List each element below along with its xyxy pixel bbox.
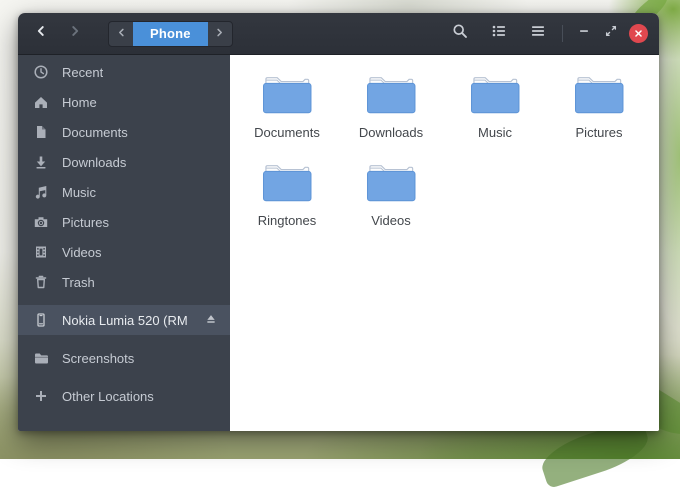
chevron-left-icon: [116, 25, 127, 43]
sidebar-item-documents[interactable]: Documents: [18, 117, 230, 147]
sidebar-item-label: Trash: [62, 274, 95, 290]
sidebar-item-nokia-lumia-520-rm[interactable]: Nokia Lumia 520 (RM …: [18, 305, 230, 335]
pathbar-scroll-left-button[interactable]: [109, 22, 133, 46]
sidebar-item-label: Documents: [62, 124, 128, 140]
view-list-button[interactable]: [479, 19, 518, 49]
sidebar-item-label: Screenshots: [62, 350, 135, 366]
folder-icon: [33, 350, 49, 366]
sidebar-item-screenshots[interactable]: Screenshots: [18, 343, 230, 373]
folder-pictures[interactable]: Pictures: [547, 69, 651, 157]
sidebar-item-recent[interactable]: Recent: [18, 57, 230, 87]
list-view-icon: [491, 23, 507, 44]
chevron-right-icon: [68, 24, 82, 43]
sidebar-item-downloads[interactable]: Downloads: [18, 147, 230, 177]
music-note-icon: [33, 184, 49, 200]
sidebar-item-label: Music: [62, 184, 96, 200]
minimize-icon: [577, 24, 591, 43]
sidebar-item-label: Home: [62, 94, 97, 110]
folder-downloads[interactable]: Downloads: [339, 69, 443, 157]
sidebar-item-label: Videos: [62, 244, 102, 260]
window-body: Recent Home Documents Downloads Music Picture…: [18, 55, 659, 431]
home-icon: [33, 94, 49, 110]
film-icon: [33, 244, 49, 260]
trash-icon: [33, 274, 49, 290]
pathbar: Phone: [108, 20, 233, 47]
menu-button[interactable]: [518, 19, 557, 49]
content-area: Documents Downloads Music Pictures Ringtones…: [230, 55, 659, 431]
restore-icon: [604, 24, 618, 43]
sidebar-item-pictures[interactable]: Pictures: [18, 207, 230, 237]
folder-large-icon: [258, 159, 316, 210]
folder-large-icon: [362, 71, 420, 122]
search-button[interactable]: [440, 19, 479, 49]
folder-large-icon: [258, 71, 316, 122]
sidebar-item-other-locations[interactable]: Other Locations: [18, 381, 230, 411]
folder-label: Documents: [254, 125, 320, 140]
close-button[interactable]: [629, 24, 648, 43]
folder-documents[interactable]: Documents: [235, 69, 339, 157]
sidebar-item-label: Downloads: [62, 154, 127, 170]
folder-grid: Documents Downloads Music Pictures Ringtones…: [235, 69, 659, 245]
restore-button[interactable]: [597, 20, 624, 48]
clock-icon: [33, 64, 49, 80]
document-icon: [33, 124, 49, 140]
pathbar-scroll-right-button[interactable]: [208, 22, 232, 46]
back-button[interactable]: [27, 20, 55, 48]
folder-label: Videos: [371, 213, 411, 228]
chevron-right-icon: [214, 25, 225, 43]
folder-videos[interactable]: Videos: [339, 157, 443, 245]
phone-icon: [33, 312, 49, 328]
menu-icon: [530, 23, 546, 44]
headerbar-separator: [562, 25, 563, 42]
folder-label: Downloads: [358, 125, 424, 140]
sidebar-item-videos[interactable]: Videos: [18, 237, 230, 267]
file-manager-window: Phone Recent Home Documents Downloads Music P…: [18, 13, 659, 431]
forward-button[interactable]: [61, 20, 89, 48]
eject-icon[interactable]: [204, 312, 218, 328]
folder-label: Ringtones: [257, 213, 317, 228]
current-location-label: Phone: [150, 26, 191, 41]
folder-large-icon: [466, 71, 524, 122]
sidebar-item-trash[interactable]: Trash: [18, 267, 230, 297]
folder-music[interactable]: Music: [443, 69, 547, 157]
sidebar-item-label: Pictures: [62, 214, 109, 230]
download-icon: [33, 154, 49, 170]
folder-large-icon: [362, 159, 420, 210]
search-icon: [452, 23, 468, 44]
chevron-left-icon: [34, 24, 48, 43]
folder-large-icon: [570, 71, 628, 122]
headerbar: Phone: [18, 13, 659, 55]
sidebar-item-music[interactable]: Music: [18, 177, 230, 207]
sidebar-item-label: Other Locations: [62, 388, 154, 404]
folder-label: Music: [478, 125, 512, 140]
pathbar-current-location-button[interactable]: Phone: [133, 21, 208, 46]
plus-icon: [33, 388, 49, 404]
close-icon: [634, 25, 643, 43]
folder-label: Pictures: [575, 125, 623, 140]
sidebar: Recent Home Documents Downloads Music Picture…: [18, 55, 230, 431]
sidebar-item-home[interactable]: Home: [18, 87, 230, 117]
minimize-button[interactable]: [570, 20, 597, 48]
sidebar-item-label: Recent: [62, 64, 104, 80]
folder-ringtones[interactable]: Ringtones: [235, 157, 339, 245]
camera-icon: [33, 214, 49, 230]
sidebar-item-label: Nokia Lumia 520 (RM …: [62, 312, 191, 328]
